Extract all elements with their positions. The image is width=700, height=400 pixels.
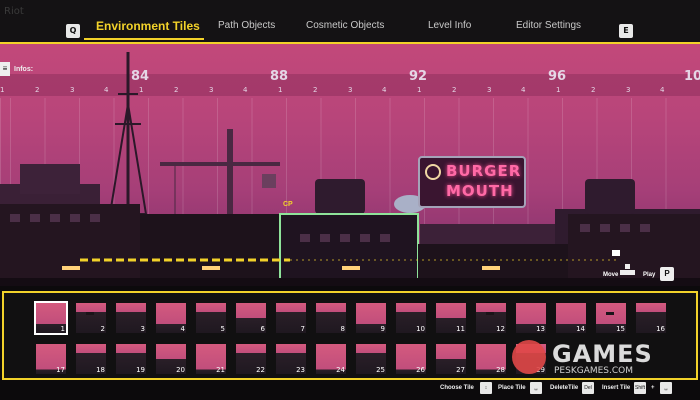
tile-button[interactable]: 4 [156, 303, 186, 333]
tile-button[interactable]: 8 [316, 303, 346, 333]
shift-key: Shift [634, 382, 646, 394]
play-key-button[interactable]: P [660, 267, 674, 281]
tile-button[interactable]: 19 [116, 344, 146, 374]
insert-tile-hint: Insert Tile [602, 385, 631, 391]
tile-detail [486, 312, 494, 315]
tile-number: 1 [60, 325, 65, 333]
city-skyline-art [0, 52, 700, 286]
next-tab-key[interactable]: E [619, 24, 633, 38]
tile-button[interactable]: 25 [356, 344, 386, 374]
tile-button[interactable]: 23 [276, 344, 306, 374]
space-key-icon: ␣ [530, 382, 542, 394]
watermark-subtitle: PESKGAMES.COM [554, 366, 634, 376]
tile-number: 4 [180, 325, 185, 333]
tile-button[interactable]: 6 [236, 303, 266, 333]
sign-ring-icon [425, 164, 441, 180]
tile-button[interactable]: 16 [636, 303, 666, 333]
category-tabs: Environment Tiles Path Objects Cosmetic … [82, 19, 612, 40]
choose-tile-key-icon: ↕ [480, 382, 492, 394]
tile-number: 23 [296, 366, 305, 374]
tab-path-objects[interactable]: Path Objects [218, 20, 275, 31]
tab-level-info[interactable]: Level Info [428, 20, 471, 31]
tile-number: 9 [380, 325, 385, 333]
play-hint-label: Play [643, 272, 656, 278]
tile-number: 10 [416, 325, 425, 333]
tile-button[interactable]: 18 [76, 344, 106, 374]
prev-tab-key[interactable]: Q [66, 24, 80, 38]
burger-mouth-sign: BURGER MOUTH [418, 156, 526, 208]
tile-number: 24 [336, 366, 345, 374]
tile-button[interactable]: 26 [396, 344, 426, 374]
tile-button[interactable]: 10 [396, 303, 426, 333]
tile-button[interactable]: 27 [436, 344, 466, 374]
tile-number: 20 [176, 366, 185, 374]
space-key-icon: ␣ [660, 382, 672, 394]
tile-number: 6 [260, 325, 265, 333]
tab-cosmetic-objects[interactable]: Cosmetic Objects [306, 20, 384, 31]
tile-button[interactable]: 9 [356, 303, 386, 333]
corner-watermark: Riot [4, 6, 24, 17]
checkpoint-label: CP [283, 201, 293, 208]
tile-number: 2 [100, 325, 105, 333]
editor-toolbar: Riot Q Environment Tiles Path Objects Co… [0, 0, 700, 44]
level-viewport[interactable]: ≡ Infos: 84 88 92 96 10 1 2 3 4 1 2 3 4 … [0, 44, 700, 286]
tile-button[interactable]: 17 [36, 344, 66, 374]
tab-environment-tiles[interactable]: Environment Tiles [96, 19, 200, 33]
tile-number: 27 [456, 366, 465, 374]
tile-number: 15 [616, 325, 625, 333]
tile-button[interactable]: 15 [596, 303, 626, 333]
sign-line-1: BURGER [446, 162, 522, 180]
tile-number: 25 [376, 366, 385, 374]
tile-button[interactable]: 22 [236, 344, 266, 374]
tile-button[interactable]: 12 [476, 303, 506, 333]
delete-tile-hint: DeleteTile [550, 385, 579, 391]
tile-button[interactable]: 14 [556, 303, 586, 333]
tile-number: 8 [340, 325, 345, 333]
gamepad-icon [512, 340, 546, 374]
tile-button[interactable]: 13 [516, 303, 546, 333]
choose-tile-hint: Choose Tile [440, 385, 474, 391]
tile-number: 17 [56, 366, 65, 374]
controls-help-bar: Choose Tile ↕ Place Tile ␣ DeleteTile De… [0, 380, 700, 400]
tile-button[interactable]: 7 [276, 303, 306, 333]
active-tab-underline [84, 38, 204, 40]
tile-number: 16 [656, 325, 665, 333]
tile-button[interactable]: 28 [476, 344, 506, 374]
tile-button[interactable]: 3 [116, 303, 146, 333]
tile-number: 5 [220, 325, 225, 333]
plus-glyph: + [651, 385, 655, 391]
tile-number: 14 [576, 325, 585, 333]
tile-number: 21 [216, 366, 225, 374]
sign-line-2: MOUTH [446, 182, 514, 200]
tab-editor-settings[interactable]: Editor Settings [516, 20, 581, 31]
tile-number: 3 [140, 325, 145, 333]
tile-number: 13 [536, 325, 545, 333]
watermark-title: GAMES [552, 340, 653, 368]
tile-number: 12 [496, 325, 505, 333]
tile-number: 19 [136, 366, 145, 374]
tile-number: 22 [256, 366, 265, 374]
tile-detail [86, 312, 94, 315]
tile-button[interactable]: 1 [34, 301, 68, 335]
tile-button[interactable]: 2 [76, 303, 106, 333]
tile-button[interactable]: 20 [156, 344, 186, 374]
site-watermark: GAMES PESKGAMES.COM [510, 340, 690, 380]
move-hint-label: Move [603, 272, 619, 278]
tile-button[interactable]: 11 [436, 303, 466, 333]
arrow-keys-icon [620, 264, 636, 280]
tile-detail [606, 312, 614, 315]
tile-number: 18 [96, 366, 105, 374]
tile-number: 26 [416, 366, 425, 374]
tile-number: 7 [300, 325, 305, 333]
place-tile-hint: Place Tile [498, 385, 526, 391]
tile-button[interactable]: 21 [196, 344, 226, 374]
tile-button[interactable]: 5 [196, 303, 226, 333]
tile-number: 28 [496, 366, 505, 374]
delete-key: Del [582, 382, 594, 394]
tile-button[interactable]: 24 [316, 344, 346, 374]
tile-number: 11 [456, 325, 465, 333]
